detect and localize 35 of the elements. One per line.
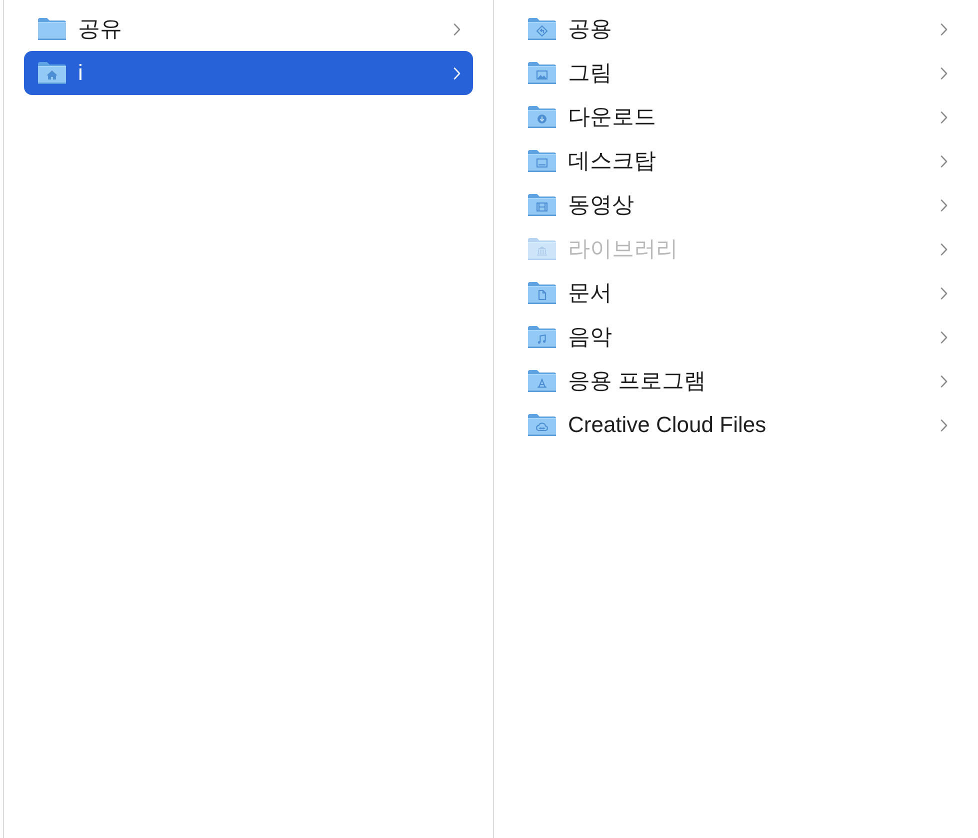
folder-item[interactable]: Creative Cloud Files bbox=[514, 403, 960, 447]
house-folder-icon bbox=[37, 61, 67, 85]
film-folder-icon bbox=[527, 193, 557, 217]
chevron-icon bbox=[940, 242, 948, 256]
chevron-icon bbox=[940, 154, 948, 168]
download-folder-icon bbox=[527, 105, 557, 129]
picture-folder-icon bbox=[527, 61, 557, 85]
folder-item[interactable]: 문서 bbox=[514, 271, 960, 315]
folder-item[interactable]: 공유 bbox=[24, 7, 473, 51]
music-note-folder-icon bbox=[527, 325, 557, 349]
folder-item[interactable]: 공용 bbox=[514, 7, 960, 51]
diamond-arrow-folder-icon bbox=[527, 17, 557, 41]
chevron-icon bbox=[940, 110, 948, 124]
chevron-icon bbox=[940, 374, 948, 388]
letter-a-folder-icon bbox=[527, 369, 557, 393]
chevron-icon bbox=[940, 66, 948, 80]
folder-item[interactable]: 음악 bbox=[514, 315, 960, 359]
document-folder-icon bbox=[527, 281, 557, 305]
chevron-icon bbox=[940, 330, 948, 344]
chevron-icon bbox=[940, 198, 948, 212]
monitor-folder-icon bbox=[527, 149, 557, 173]
folder-item[interactable]: 데스크탑 bbox=[514, 139, 960, 183]
chevron-icon bbox=[940, 286, 948, 300]
chevron-icon bbox=[940, 418, 948, 432]
folder-item[interactable]: 응용 프로그램 bbox=[514, 359, 960, 403]
folder-item[interactable]: i bbox=[24, 51, 473, 95]
columns-folder-icon bbox=[527, 237, 557, 261]
folder-item[interactable]: 동영상 bbox=[514, 183, 960, 227]
chevron-icon bbox=[940, 22, 948, 36]
chevron-icon bbox=[453, 66, 461, 80]
cloud-folder-icon bbox=[527, 413, 557, 437]
chevron-icon bbox=[453, 22, 461, 36]
folder-item[interactable]: 그림 bbox=[514, 51, 960, 95]
folder-icon bbox=[37, 17, 67, 41]
folder-item[interactable]: 다운로드 bbox=[514, 95, 960, 139]
